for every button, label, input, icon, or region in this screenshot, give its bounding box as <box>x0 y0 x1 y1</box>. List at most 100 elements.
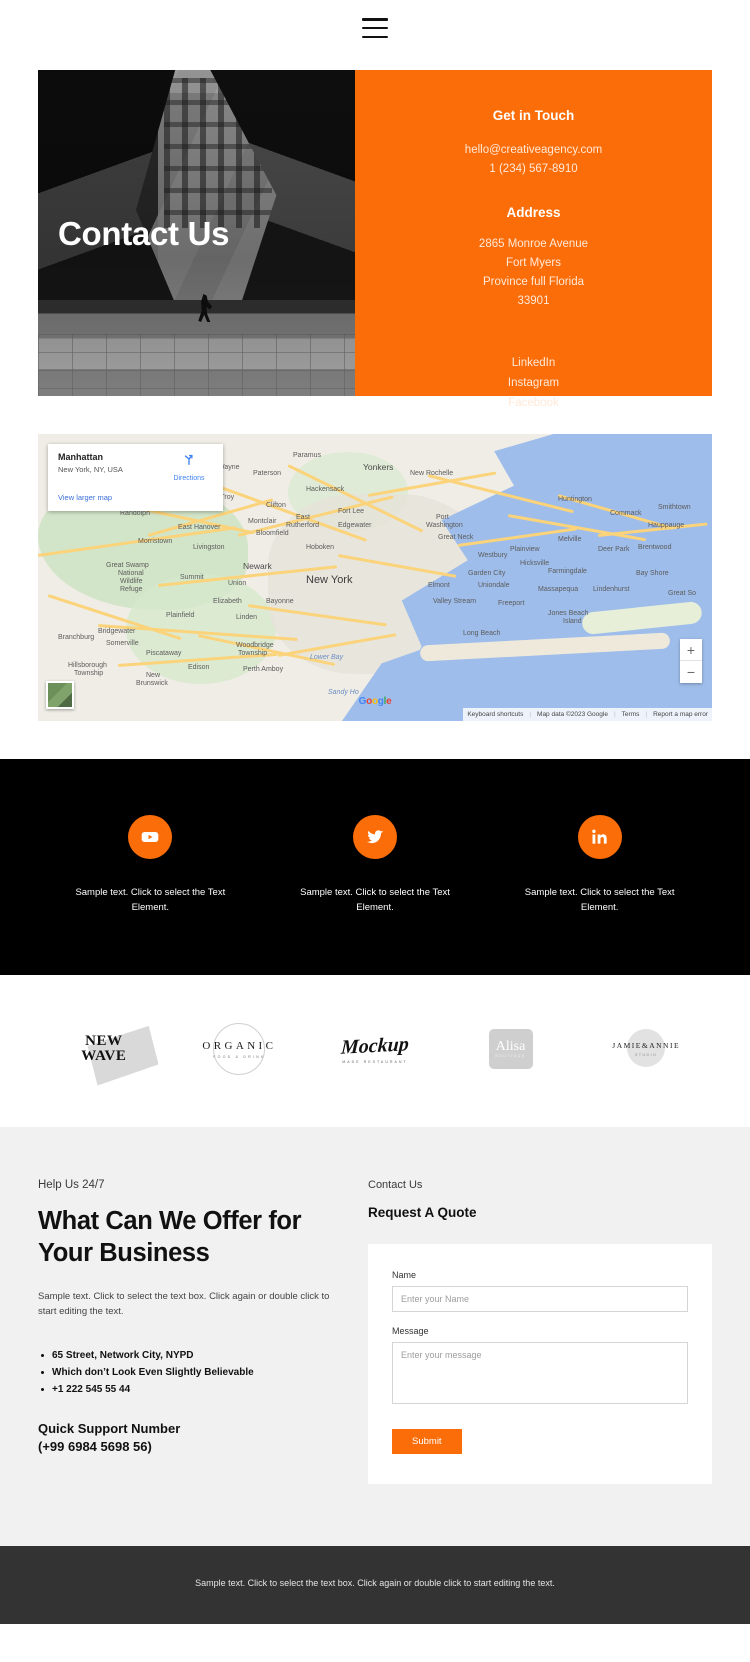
map-info-card: Manhattan New York, NY, USA Directions V… <box>48 444 223 511</box>
social-link-instagram[interactable]: Instagram <box>373 373 694 393</box>
map-label: Wildlife <box>120 578 143 585</box>
map-label: Clifton <box>266 502 286 509</box>
twitter-icon <box>366 830 384 844</box>
logo-text: Alisa <box>495 1039 526 1054</box>
contact-panel: Get in Touch hello@creativeagency.com 1 … <box>355 70 712 409</box>
social-link-linkedin[interactable]: LinkedIn <box>373 353 694 373</box>
map-report-error-link[interactable]: Report a map error <box>653 711 708 718</box>
offer-kicker: Help Us 24/7 <box>38 1179 105 1191</box>
map-label: Woodbridge <box>236 642 274 649</box>
hero-section: Contact Us Get in Touch hello@creativeag… <box>38 70 712 409</box>
map-label: Lindenhurst <box>593 586 630 593</box>
divider: | <box>645 711 648 718</box>
map-keyboard-shortcuts[interactable]: Keyboard shortcuts <box>467 711 523 718</box>
map-label: Brunswick <box>136 680 168 687</box>
map-label: East <box>296 514 311 521</box>
name-field-block: Name <box>392 1270 688 1312</box>
social-column-youtube: Sample text. Click to select the Text El… <box>38 815 263 915</box>
map-label: Jones Beach <box>548 610 589 617</box>
logo-text: WAVE <box>81 1048 127 1064</box>
map-label: Hicksville <box>520 560 550 567</box>
logo-text: JAMIE&ANNIE <box>612 1041 681 1050</box>
map-label: Port <box>436 514 449 521</box>
map-label: Summit <box>180 574 204 581</box>
map-label: Commack <box>610 510 642 517</box>
map-label: Melville <box>558 536 582 543</box>
quote-form-section: Contact Us Request A Quote Name Message … <box>368 1179 712 1484</box>
map-directions-button[interactable]: Directions <box>165 452 213 485</box>
google-logo: Google <box>358 696 392 707</box>
map-label: Washington <box>426 522 463 529</box>
map-view-larger-link[interactable]: View larger map <box>58 493 213 502</box>
map-place-subtitle: New York, NY, USA <box>58 465 123 474</box>
map-zoom-in-button[interactable]: + <box>680 639 702 661</box>
map-label: Great So <box>668 590 697 597</box>
social-column-twitter: Sample text. Click to select the Text El… <box>263 815 488 915</box>
map-attribution-bar: Keyboard shortcuts | Map data ©2023 Goog… <box>463 708 712 721</box>
map-label: Piscataway <box>146 650 182 657</box>
map-label: Hackensack <box>306 486 345 493</box>
map-label: Smithtown <box>658 504 691 511</box>
map-label: Massapequa <box>538 586 579 593</box>
offer-heading: What Can We Offer for Your Business <box>38 1207 302 1267</box>
map-label: Elizabeth <box>213 598 242 605</box>
site-header <box>0 0 750 56</box>
map-label: Fort Lee <box>338 508 365 515</box>
directions-icon <box>184 454 193 465</box>
map-label: Hoboken <box>306 544 335 551</box>
map-label: Great Swamp <box>106 562 149 569</box>
contact-phone[interactable]: 1 (234) 567-8910 <box>373 160 694 179</box>
get-in-touch-title: Get in Touch <box>492 108 575 123</box>
submit-button[interactable]: Submit <box>392 1429 462 1454</box>
support-label: Quick Support Number <box>38 1421 181 1436</box>
social-link-facebook[interactable]: Facebook <box>373 393 694 413</box>
map-label: Valley Stream <box>433 598 477 605</box>
support-number: (+99 6984 5698 56) <box>38 1439 152 1454</box>
quote-form-card: Name Message Submit <box>368 1244 712 1484</box>
hamburger-menu-icon[interactable] <box>362 18 388 38</box>
map-label: Union <box>228 580 247 587</box>
list-item: 65 Street, Network City, NYPD <box>38 1347 334 1364</box>
address-line: Province full Florida <box>483 276 584 288</box>
map-label: New <box>146 672 161 679</box>
map-label: Uniondale <box>478 582 510 589</box>
map-label: Rutherford <box>286 522 320 529</box>
map-label: Randolph <box>120 510 150 517</box>
logo-text: NEW <box>85 1033 123 1049</box>
map-terms-link[interactable]: Terms <box>622 711 640 718</box>
message-label: Message <box>392 1326 429 1336</box>
address-title: Address <box>506 205 561 220</box>
map-label: Perth Amboy <box>243 666 284 673</box>
map-label: Hillsborough <box>68 662 107 669</box>
logo-text: Mockup <box>340 1032 410 1059</box>
contact-email[interactable]: hello@creativeagency.com <box>373 141 694 160</box>
map-label: East Hanover <box>178 524 221 531</box>
map-streetview-thumbnail[interactable] <box>46 681 74 709</box>
logo-new-wave: NEW WAVE <box>36 1023 172 1075</box>
map-zoom-controls[interactable]: + − <box>680 639 702 683</box>
youtube-button[interactable] <box>128 815 173 859</box>
twitter-button[interactable] <box>353 815 397 859</box>
map-label: Morristown <box>138 538 173 545</box>
name-label: Name <box>392 1270 417 1280</box>
map-label: Township <box>74 670 104 677</box>
map-label: Paterson <box>253 470 282 477</box>
social-caption: Sample text. Click to select the Text El… <box>524 887 675 913</box>
map-label: Hauppauge <box>648 522 685 529</box>
social-caption: Sample text. Click to select the Text El… <box>300 887 450 913</box>
map-label: Edison <box>188 664 210 671</box>
map-label: Long Beach <box>463 630 501 637</box>
page-root: Contact Us Get in Touch hello@creativeag… <box>0 0 750 1624</box>
map-label: Bloomfield <box>256 530 289 537</box>
map-label: Edgewater <box>338 522 372 529</box>
linkedin-button[interactable] <box>577 815 622 859</box>
map-label: Island <box>563 618 582 625</box>
map-data-credit: Map data ©2023 Google <box>537 711 608 718</box>
map-zoom-out-button[interactable]: − <box>680 661 702 683</box>
social-links: LinkedIn Instagram Facebook <box>373 353 694 413</box>
google-map[interactable]: New York Newark Yonkers Paramus New Rochelle… <box>38 434 712 721</box>
form-kicker: Contact Us <box>368 1179 423 1191</box>
name-input[interactable] <box>392 1286 688 1312</box>
message-input[interactable] <box>392 1342 688 1404</box>
logo-tagline: FOOD & DRINK <box>213 1054 266 1059</box>
